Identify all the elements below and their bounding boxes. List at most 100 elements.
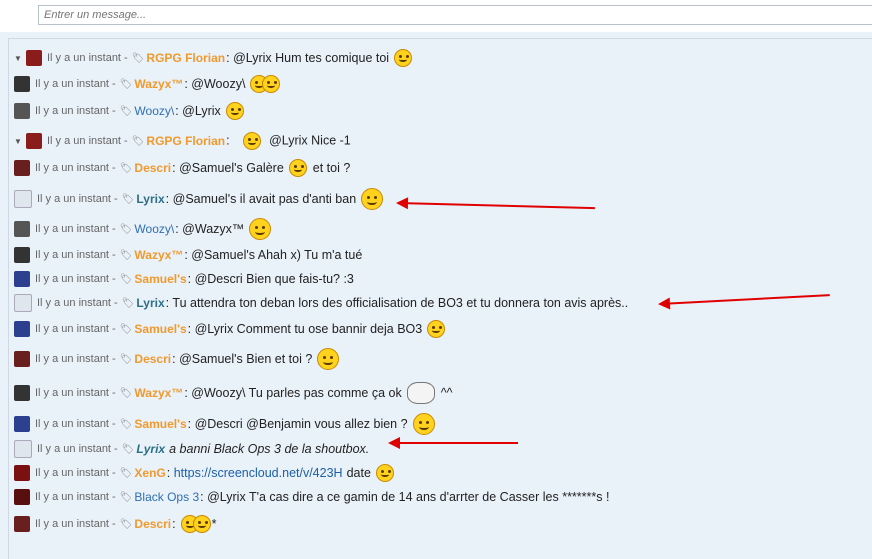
collapse-caret-icon[interactable]: ▼	[13, 137, 23, 146]
message-text: : @Wazyx™	[175, 222, 245, 236]
avatar[interactable]	[26, 50, 42, 66]
timestamp: Il y a un instant -	[37, 443, 118, 455]
list-item: Il y a un instant - 🏷 Lyrix : Tu attendr…	[14, 292, 628, 314]
message-text: date	[346, 466, 371, 480]
tag-icon: 🏷	[119, 518, 133, 530]
shocked-smiley-icon	[427, 320, 446, 338]
username[interactable]: Lyrix	[136, 192, 164, 206]
timestamp: Il y a un instant -	[35, 249, 116, 261]
tag-icon: 🏷	[119, 223, 133, 235]
avatar[interactable]	[14, 247, 30, 263]
username[interactable]: Woozy\	[134, 222, 174, 236]
list-item: Il y a un instant - 🏷 Woozy\ : @Wazyx™	[14, 218, 272, 240]
timestamp: Il y a un instant -	[35, 491, 116, 503]
username[interactable]: RGPG Florian	[146, 51, 225, 65]
avatar[interactable]	[14, 221, 30, 237]
username[interactable]: Wazyx™	[134, 248, 183, 262]
list-item: Il y a un instant - 🏷 Lyrix : @Samuel's …	[14, 188, 384, 210]
username[interactable]: Descri	[134, 161, 171, 175]
avatar[interactable]	[14, 294, 32, 312]
username[interactable]: Wazyx™	[134, 77, 183, 91]
tag-icon: 🏷	[121, 443, 135, 455]
collapse-caret-icon[interactable]: ▼	[13, 54, 23, 63]
username[interactable]: Woozy\	[134, 104, 174, 118]
username[interactable]: RGPG Florian	[146, 134, 225, 148]
list-item: Il y a un instant - 🏷 Descri : @Samuel's…	[14, 157, 350, 179]
timestamp: Il y a un instant -	[35, 387, 116, 399]
timestamp: Il y a un instant -	[37, 193, 118, 205]
avatar[interactable]	[14, 516, 30, 532]
tag-icon: 🏷	[119, 273, 133, 285]
avatar[interactable]	[14, 160, 30, 176]
smile-smiley-icon	[262, 75, 281, 93]
avatar[interactable]	[14, 385, 30, 401]
avatar[interactable]	[14, 489, 30, 505]
message-link[interactable]: https://screencloud.net/v/423H	[174, 466, 343, 480]
list-item: Il y a un instant - 🏷 Samuel's : @Lyrix …	[14, 318, 446, 340]
message-text: : @Samuel's Bien et toi ?	[172, 352, 313, 366]
wink-smiley-icon	[361, 188, 384, 210]
message-text: : https://screencloud.net/v/423H	[166, 466, 343, 480]
message-bar	[0, 0, 872, 32]
username[interactable]: Wazyx™	[134, 386, 183, 400]
tag-icon: 🏷	[119, 162, 133, 174]
list-item: Il y a un instant - 🏷 Black Ops 3 : @Lyr…	[14, 486, 609, 508]
trollface-icon	[406, 382, 435, 404]
smile-smiley-icon	[317, 348, 340, 370]
avatar[interactable]	[14, 76, 30, 92]
message-text: : @Woozy\	[184, 77, 246, 91]
timestamp: Il y a un instant -	[35, 418, 116, 430]
red-arrow-annotation	[388, 437, 518, 449]
avatar[interactable]	[14, 103, 30, 119]
avatar[interactable]	[14, 190, 32, 208]
avatar[interactable]	[14, 416, 30, 432]
avatar[interactable]	[14, 321, 30, 337]
timestamp: Il y a un instant -	[35, 78, 116, 90]
avatar[interactable]	[14, 271, 30, 287]
message-text: ^^	[440, 386, 453, 400]
list-item: ▼ Il y a un instant - 🏷 RGPG Florian : @…	[13, 47, 413, 69]
smiley-icon	[243, 132, 262, 150]
message-text: : @Descri Bien que fais-tu? :3	[187, 272, 354, 286]
username[interactable]: XenG	[134, 466, 165, 480]
list-item: Il y a un instant - 🏷 Wazyx™ : @Woozy\	[14, 73, 281, 95]
shocked-smiley-icon	[288, 159, 307, 177]
smile-smiley-icon	[412, 413, 435, 435]
tag-icon: 🏷	[119, 323, 133, 335]
timestamp: Il y a un instant -	[35, 518, 116, 530]
list-item: Il y a un instant - 🏷 Descri : @Samuel's…	[14, 348, 340, 370]
list-item: Il y a un instant - 🏷 XenG : https://scr…	[14, 462, 394, 484]
username[interactable]: Samuel's	[134, 417, 186, 431]
smiley-icon	[249, 218, 272, 240]
message-text: et toi ?	[312, 161, 351, 175]
message-text: *	[211, 517, 217, 531]
avatar[interactable]	[14, 351, 30, 367]
message-input[interactable]	[38, 5, 872, 25]
tag-icon: 🏷	[121, 193, 135, 205]
tongue-smiley-icon	[375, 464, 394, 482]
list-item: Il y a un instant - 🏷 Descri : *	[14, 513, 216, 535]
avatar[interactable]	[26, 133, 42, 149]
timestamp: Il y a un instant -	[37, 297, 118, 309]
list-item: Il y a un instant - 🏷 Samuel's : @Descri…	[14, 268, 354, 290]
smiley-icon	[225, 102, 244, 120]
message-text: :	[172, 517, 176, 531]
timestamp: Il y a un instant -	[47, 52, 128, 64]
username[interactable]: Lyrix	[136, 296, 164, 310]
avatar[interactable]	[14, 465, 30, 481]
list-item: Il y a un instant - 🏷 Woozy\ : @Lyrix	[14, 100, 244, 122]
username[interactable]: Lyrix	[136, 442, 165, 456]
username[interactable]: Samuel's	[134, 272, 186, 286]
username[interactable]: Descri	[134, 517, 171, 531]
tag-icon: 🏷	[119, 78, 133, 90]
avatar[interactable]	[14, 440, 32, 458]
username[interactable]: Descri	[134, 352, 171, 366]
username[interactable]: Samuel's	[134, 322, 186, 336]
timestamp: Il y a un instant -	[35, 273, 116, 285]
username[interactable]: Black Ops 3	[134, 490, 199, 504]
message-text: : @Lyrix Nice -1	[226, 132, 351, 150]
tag-icon: 🏷	[119, 491, 133, 503]
timestamp: Il y a un instant -	[35, 353, 116, 365]
smile-smiley-icon	[192, 515, 211, 533]
tag-icon: 🏷	[119, 353, 133, 365]
